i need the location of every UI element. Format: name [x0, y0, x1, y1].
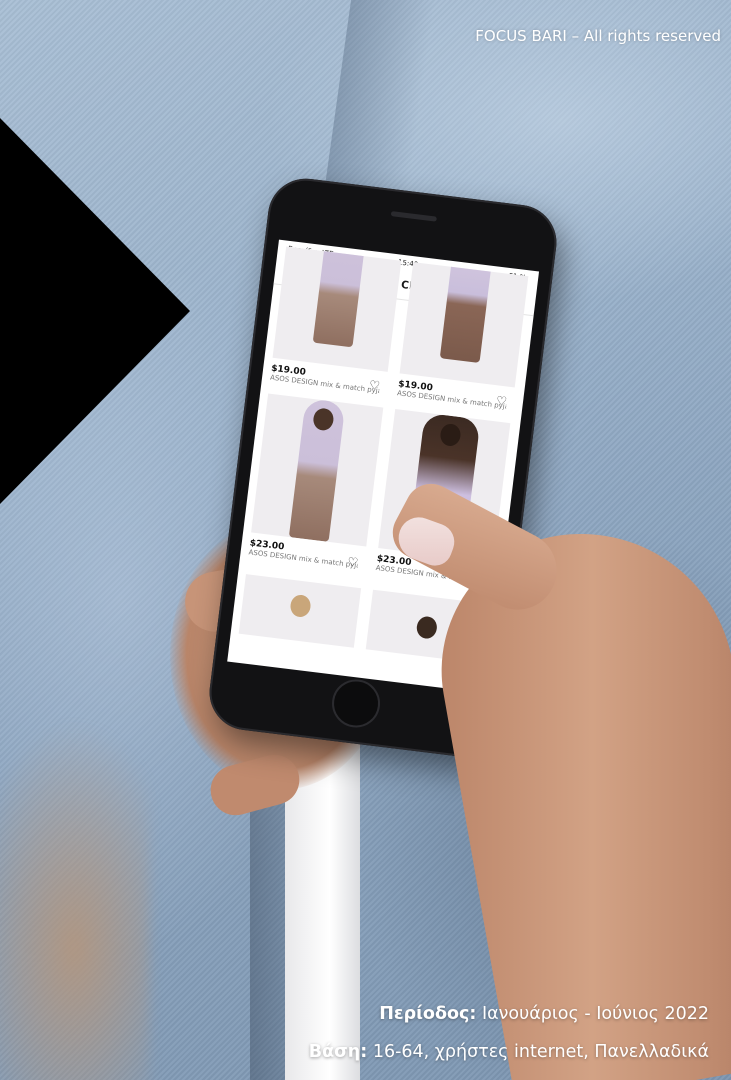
period-value: Ιανουάριος - Ιούνιος 2022	[476, 1004, 709, 1024]
heart-icon[interactable]: ♡	[495, 393, 507, 408]
product-card[interactable]: ♡ $19.00 ASOS DESIGN mix & match pyjama …	[270, 246, 402, 397]
blurred-hand	[0, 720, 150, 1080]
heart-icon[interactable]: ♡	[368, 378, 380, 393]
heart-icon[interactable]: ♡	[347, 554, 359, 569]
period-label: Περίοδος:	[379, 1004, 477, 1024]
product-card[interactable]: ♡ $19.00 ASOS DESIGN mix & match pyjama …	[397, 262, 529, 412]
black-triangle-shape	[0, 118, 190, 504]
product-image	[238, 574, 362, 648]
product-image	[251, 393, 384, 547]
period-caption: Περίοδος: Ιανουάριος - Ιούνιος 2022	[379, 1004, 709, 1024]
product-image	[399, 262, 529, 388]
product-card[interactable]	[238, 574, 362, 648]
base-caption: Βάση: 16-64, χρήστες internet, Πανελλαδι…	[309, 1042, 709, 1062]
product-card[interactable]: ♡ $23.00 ASOS DESIGN mix & match pyjama …	[248, 393, 384, 571]
base-label: Βάση:	[308, 1042, 368, 1062]
copyright-watermark: FOCUS BARI – All rights reserved	[475, 27, 721, 45]
product-image	[272, 246, 402, 372]
base-value: 16-64, χρήστες internet, Πανελλαδικά	[367, 1042, 709, 1062]
